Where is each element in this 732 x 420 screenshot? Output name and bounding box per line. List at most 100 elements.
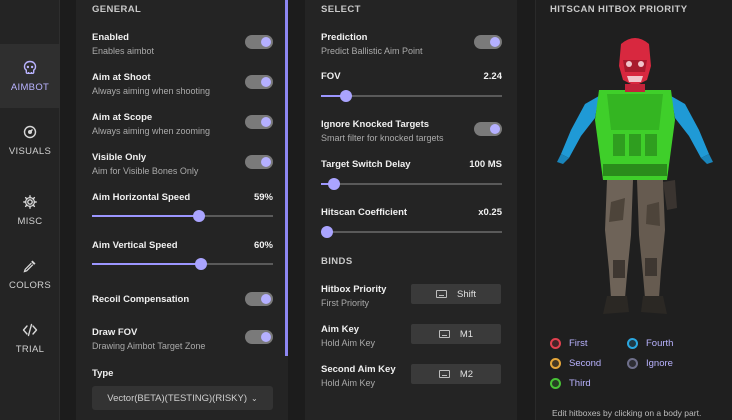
setting-visible-only: Visible Only Aim for Visible Bones Only [92,152,273,176]
type-select[interactable]: Vector(BETA)(TESTING)(RISKY) ⌄ [92,386,273,410]
section-title-binds: BINDS [321,256,353,267]
toggle-knob [261,37,271,47]
setting-fov: FOV 2.24 [321,71,502,103]
legend-dot [627,338,638,349]
toggle-knob [261,117,271,127]
setting-value: 60% [253,240,273,251]
setting-draw-fov: Draw FOV Drawing Aimbot Target Zone [92,327,273,351]
legend-first[interactable]: First [550,338,587,349]
app-window: AIMBOT VISUALS MISC COLORS TRIAL GENERAL… [0,0,732,420]
visible-only-toggle[interactable] [245,155,273,169]
setting-prediction: Prediction Predict Ballistic Aim Point [321,32,502,56]
hitscan-coefficient-slider[interactable] [321,226,502,238]
legend-dot [550,358,561,369]
legend-label: Second [569,358,602,369]
section-title-select: SELECT [321,4,361,15]
second-aim-key-button[interactable]: M2 [411,364,501,384]
setting-ignore-knocked: Ignore Knocked Targets Smart filter for … [321,119,502,143]
dropper-icon [22,258,38,274]
setting-aim-at-scope: Aim at Scope Always aiming when zooming [92,112,273,136]
setting-title: Hitscan Coefficient [321,207,408,218]
setting-value: 100 MS [469,159,502,170]
setting-type: Type [92,368,273,379]
legend-label: First [569,338,588,349]
setting-description: Drawing Aimbot Target Zone [92,341,206,351]
keyboard-icon [438,330,450,338]
nav-item-misc[interactable]: MISC [0,178,60,242]
recoil-compensation-toggle[interactable] [245,292,273,306]
select-panel: SELECT Prediction Predict Ballistic Aim … [305,0,517,420]
setting-value: x0.25 [478,207,502,218]
legend-second[interactable]: Second [550,358,601,369]
setting-title: Type [92,368,114,379]
hitbox-torso[interactable] [595,90,675,180]
slider-thumb[interactable] [321,226,333,238]
bind-key-label: Shift [456,288,476,300]
legend-dot [550,378,561,389]
bind-key-label: M2 [459,368,474,380]
nav-label: COLORS [9,279,51,291]
hitbox-priority-key-button[interactable]: Shift [411,284,501,304]
slider-thumb[interactable] [192,210,205,222]
nav-item-visuals[interactable]: VISUALS [0,108,60,172]
slider-track [321,231,502,233]
setting-aim-horizontal-speed: Aim Horizontal Speed 59% [92,192,273,224]
slider-track [321,183,502,185]
setting-title: Aim Horizontal Speed [92,192,191,203]
bind-key-label: M1 [459,328,474,340]
section-title-hitscan: HITSCAN HITBOX PRIORITY [550,4,688,15]
setting-target-switch-delay: Target Switch Delay 100 MS [321,159,502,191]
toggle-knob [261,157,271,167]
toggle-knob [261,294,271,304]
toggle-knob [490,124,500,134]
setting-aim-vertical-speed: Aim Vertical Speed 60% [92,240,273,272]
setting-aim-at-shoot: Aim at Shoot Always aiming when shooting [92,72,273,96]
hitbox-head[interactable] [619,38,651,92]
target-switch-delay-slider[interactable] [321,178,502,190]
legend-ignore[interactable]: Ignore [627,358,673,369]
aim-at-shoot-toggle[interactable] [245,75,273,89]
toggle-knob [490,37,500,47]
legend-fourth[interactable]: Fourth [627,338,673,349]
legend-label: Fourth [646,338,674,349]
aim-key-button[interactable]: M1 [411,324,501,344]
setting-description: Predict Ballistic Aim Point [321,46,423,56]
ignore-knocked-toggle[interactable] [474,122,502,136]
hitbox-character-model [557,38,713,314]
slider-thumb[interactable] [340,90,353,102]
setting-value: 2.24 [483,71,503,82]
setting-hitscan-coefficient: Hitscan Coefficient x0.25 [321,207,502,239]
legend-third[interactable]: Third [550,378,591,389]
aim-at-scope-toggle[interactable] [245,115,273,129]
scrollbar[interactable] [285,0,288,356]
aim-horizontal-speed-slider[interactable] [92,210,273,222]
prediction-toggle[interactable] [474,35,502,49]
legend-label: Third [569,378,591,389]
section-title-general: GENERAL [92,4,142,15]
sidebar-nav: AIMBOT VISUALS MISC COLORS TRIAL [0,0,60,420]
toggle-knob [261,77,271,87]
slider-thumb[interactable] [327,178,340,190]
type-select-value: Vector(BETA)(TESTING)(RISKY) [107,392,247,404]
nav-label: MISC [17,215,43,227]
setting-description: Always aiming when zooming [92,126,211,136]
toggle-knob [261,332,271,342]
setting-title: Aim Vertical Speed [92,240,178,251]
nav-item-aimbot[interactable]: AIMBOT [0,44,60,108]
fov-slider[interactable] [321,90,502,102]
gear-icon [22,194,38,210]
hitbox-legs[interactable] [603,180,677,314]
slider-thumb[interactable] [194,258,207,270]
eye-icon [22,124,38,140]
setting-recoil-compensation: Recoil Compensation [92,292,273,306]
nav-item-colors[interactable]: COLORS [0,242,60,306]
hitbox-edit-hint: Edit hitboxes by clicking on a body part… [552,408,702,418]
code-icon [22,322,38,338]
draw-fov-toggle[interactable] [245,330,273,344]
setting-value: 59% [253,192,273,203]
slider-fill [92,263,201,265]
enabled-toggle[interactable] [245,35,273,49]
aim-vertical-speed-slider[interactable] [92,258,273,270]
nav-item-trial[interactable]: TRIAL [0,306,60,370]
setting-title: FOV [321,71,341,82]
